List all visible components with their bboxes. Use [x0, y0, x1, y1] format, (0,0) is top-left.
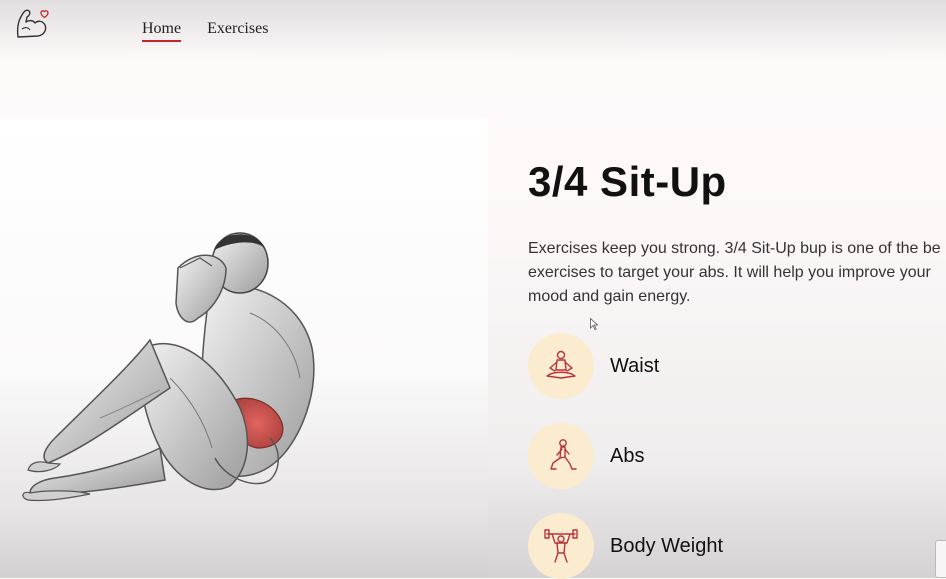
- exercise-title: 3/4 Sit-Up: [528, 158, 727, 205]
- detail-item-abs: Abs: [528, 423, 644, 489]
- nav-link-exercises[interactable]: Exercises: [207, 20, 268, 42]
- mouse-cursor-icon: [590, 318, 598, 330]
- exercise-image: [0, 118, 488, 578]
- meditation-body-part-icon: [546, 350, 576, 379]
- main-nav: Home Exercises: [142, 20, 268, 42]
- corner-widget[interactable]: [935, 540, 946, 578]
- weightlifter-equipment-icon: [544, 529, 578, 563]
- description-line: exercises to target your abs. It will he…: [528, 264, 931, 281]
- detail-item-body-weight: Body Weight: [528, 513, 723, 579]
- detail-icon-badge: [528, 333, 594, 399]
- exercise-description: Exercises keep you strong. 3/4 Sit-Up bu…: [528, 237, 946, 309]
- detail-icon-badge: [528, 513, 594, 579]
- lunge-target-icon: [550, 439, 577, 470]
- description-line: Exercises keep you strong. 3/4 Sit-Up bu…: [528, 240, 941, 257]
- nav-link-home[interactable]: Home: [142, 20, 182, 42]
- sit-up-figure-illustration: [22, 232, 315, 502]
- detail-item-waist: Waist: [528, 333, 659, 399]
- detail-label: Body Weight: [610, 534, 724, 557]
- detail-icon-badge: [528, 423, 594, 489]
- detail-label: Waist: [610, 354, 660, 377]
- detail-label: Abs: [610, 444, 645, 467]
- flexed-arm-heart-icon[interactable]: [14, 5, 50, 41]
- description-line: mood and gain energy.: [528, 288, 691, 305]
